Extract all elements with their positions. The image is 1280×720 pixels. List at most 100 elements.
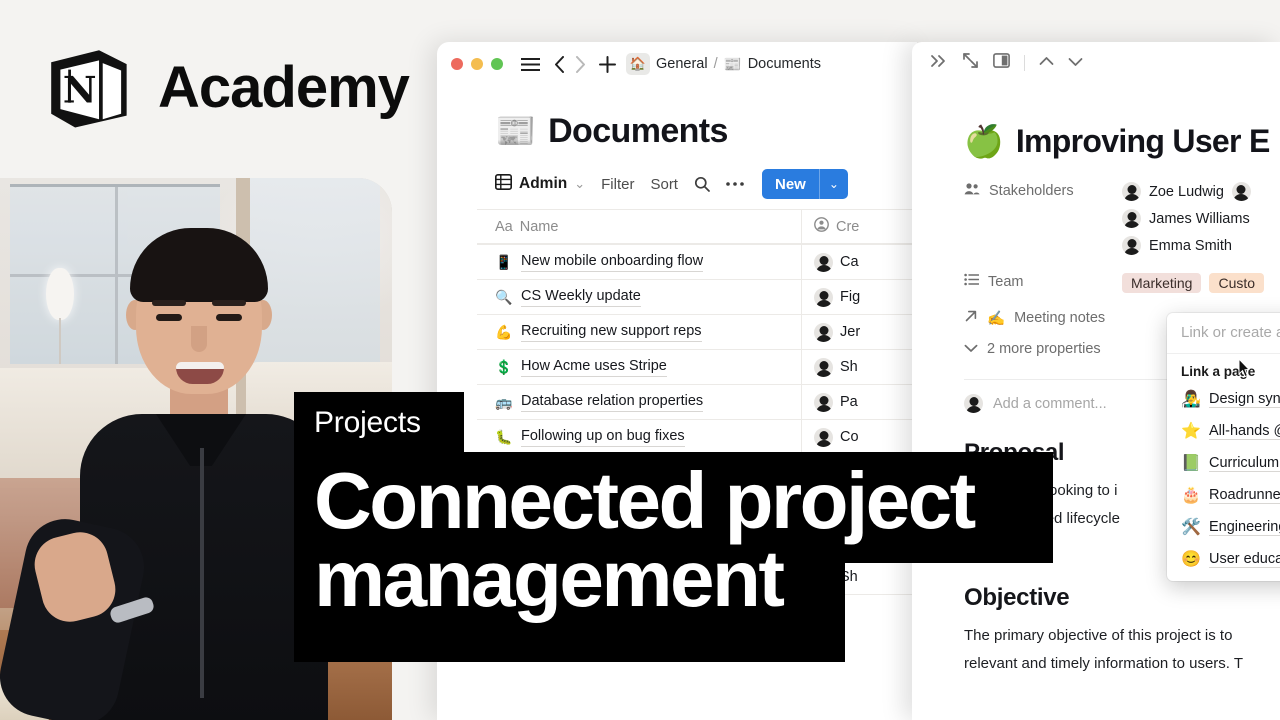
more-properties-label: 2 more properties bbox=[987, 341, 1101, 357]
new-button-chevron-icon[interactable]: ⌄ bbox=[819, 169, 848, 199]
link-popup-item[interactable]: 😊User education bbox=[1167, 543, 1280, 581]
column-header-created-by[interactable]: Cre bbox=[802, 217, 917, 236]
table-row[interactable]: 🚌 Database relation properties Pa bbox=[477, 384, 917, 419]
avatar bbox=[814, 428, 833, 447]
link-search-input[interactable]: Link or create a page bbox=[1167, 313, 1280, 354]
chevron-right-icon[interactable] bbox=[575, 56, 586, 73]
item-label: All-hands @Jan bbox=[1209, 423, 1280, 440]
svg-text:N: N bbox=[63, 68, 97, 112]
breadcrumb-page[interactable]: Documents bbox=[748, 56, 821, 72]
column-label-name: Name bbox=[520, 219, 559, 235]
new-button[interactable]: New ⌄ bbox=[762, 169, 848, 199]
row-created-by: Sh bbox=[840, 359, 858, 375]
window-mullion bbox=[10, 184, 220, 187]
row-emoji-icon: 🚌 bbox=[495, 394, 512, 411]
row-name[interactable]: How Acme uses Stripe bbox=[521, 357, 667, 376]
objective-paragraph-line2: relevant and timely information to users… bbox=[912, 648, 1280, 676]
row-name[interactable]: CS Weekly update bbox=[521, 287, 641, 306]
table-row[interactable]: 🐛Following up on bug fixes Co bbox=[477, 419, 917, 454]
person-icon bbox=[814, 217, 829, 236]
property-label-text: Meeting notes bbox=[1014, 310, 1105, 326]
row-emoji-icon: 💲 bbox=[495, 359, 512, 376]
page-title: 📰 Documents bbox=[437, 86, 917, 151]
property-label-text: Stakeholders bbox=[989, 183, 1074, 199]
add-comment-placeholder: Add a comment... bbox=[993, 396, 1107, 412]
property-label-stakeholders[interactable]: Stakeholders bbox=[964, 182, 1112, 199]
overlay-title: Connected project management bbox=[314, 462, 974, 619]
zoom-button[interactable] bbox=[491, 58, 503, 70]
expand-diagonal-icon[interactable] bbox=[962, 52, 979, 74]
chevron-down-icon: ⌄ bbox=[574, 176, 585, 192]
row-name[interactable]: New mobile onboarding flow bbox=[521, 252, 703, 271]
property-value-team[interactable]: Marketing Custo bbox=[1122, 273, 1264, 293]
presenter-hair bbox=[130, 228, 268, 302]
double-chevron-right-icon[interactable] bbox=[930, 54, 948, 73]
home-icon[interactable]: 🏠 bbox=[626, 53, 650, 75]
plus-icon[interactable] bbox=[599, 56, 616, 73]
person-chip: Emma Smith bbox=[1122, 236, 1251, 255]
table-row[interactable]: 🔍 CS Weekly update Fig bbox=[477, 279, 917, 314]
filter-button[interactable]: Filter bbox=[601, 176, 634, 193]
page-emoji-icon[interactable]: 🍏 bbox=[964, 122, 1004, 160]
breadcrumb-parent[interactable]: General bbox=[656, 56, 708, 72]
chevron-up-icon[interactable] bbox=[1039, 54, 1054, 72]
side-peek-icon[interactable] bbox=[993, 53, 1010, 73]
link-popup-item[interactable]: 🛠️ Engineering we bbox=[1167, 511, 1280, 543]
chevron-left-icon[interactable] bbox=[554, 56, 565, 73]
mouse-cursor-icon bbox=[1238, 358, 1250, 378]
property-label-team[interactable]: Team bbox=[964, 273, 1112, 290]
close-button[interactable] bbox=[451, 58, 463, 70]
link-popup-item[interactable]: 👨‍🎤Design sync @ bbox=[1167, 383, 1280, 415]
table-row[interactable]: 📱New mobile onboarding flow Ca bbox=[477, 244, 917, 279]
avatar bbox=[1122, 182, 1141, 201]
brand-lockup: N Academy bbox=[42, 42, 409, 134]
tag-chip[interactable]: Custo bbox=[1209, 273, 1264, 293]
overlay-title-line2: management bbox=[314, 540, 974, 618]
item-emoji-icon: 📗 bbox=[1181, 453, 1199, 473]
table-row[interactable]: 💲 How Acme uses Stripe Sh bbox=[477, 349, 917, 384]
row-created-by: Ca bbox=[840, 254, 859, 270]
property-label-meeting-notes[interactable]: ✍️ Meeting notes bbox=[964, 309, 1112, 327]
row-created-by: Fig bbox=[840, 289, 860, 305]
row-emoji-icon: 🔍 bbox=[495, 289, 512, 306]
tag-chip[interactable]: Marketing bbox=[1122, 273, 1201, 293]
avatar bbox=[814, 323, 833, 342]
person-name: James Williams bbox=[1149, 211, 1250, 227]
avatar bbox=[814, 288, 833, 307]
item-label: Engineering we bbox=[1209, 519, 1280, 536]
avatar bbox=[1232, 182, 1251, 201]
sort-button[interactable]: Sort bbox=[650, 176, 678, 193]
person-name: Emma Smith bbox=[1149, 238, 1232, 254]
row-emoji-icon: 🐛 bbox=[495, 429, 512, 446]
link-popup-item[interactable]: 🎂Roadrunner dis bbox=[1167, 479, 1280, 511]
item-emoji-icon: 🎂 bbox=[1181, 485, 1199, 505]
link-popup-item[interactable]: 📗Curriculum disc bbox=[1167, 447, 1280, 479]
person-chip: Zoe Ludwig bbox=[1122, 182, 1251, 201]
row-name[interactable]: Recruiting new support reps bbox=[521, 322, 702, 341]
link-popup-section-label: Link a page bbox=[1167, 354, 1280, 383]
property-label-text: Team bbox=[988, 274, 1023, 290]
view-selector[interactable]: Admin ⌄ bbox=[495, 174, 585, 195]
table-row[interactable]: 💪Recruiting new support reps Jer bbox=[477, 314, 917, 349]
link-popup-item[interactable]: ⭐All-hands @Jan bbox=[1167, 415, 1280, 447]
ellipsis-icon[interactable] bbox=[726, 181, 744, 187]
chevron-down-icon[interactable] bbox=[1068, 54, 1083, 72]
presenter-eye-left bbox=[156, 314, 182, 321]
search-icon[interactable] bbox=[694, 176, 710, 192]
property-stakeholders: Stakeholders Zoe Ludwig James Williams E… bbox=[964, 182, 1280, 255]
avatar bbox=[814, 393, 833, 412]
new-button-label: New bbox=[762, 169, 819, 199]
row-name[interactable]: Database relation properties bbox=[521, 392, 703, 411]
page-emoji-icon[interactable]: 📰 bbox=[495, 112, 536, 151]
hamburger-menu-icon[interactable] bbox=[521, 57, 540, 72]
row-created-by: Pa bbox=[840, 394, 858, 410]
breadcrumb-page-emoji: 📰 bbox=[724, 56, 742, 73]
property-value-stakeholders[interactable]: Zoe Ludwig James Williams Emma Smith bbox=[1122, 182, 1251, 255]
avatar bbox=[814, 253, 833, 272]
row-name[interactable]: Following up on bug fixes bbox=[521, 427, 685, 446]
breadcrumb: 🏠 General / 📰 Documents bbox=[626, 53, 821, 75]
minimize-button[interactable] bbox=[471, 58, 483, 70]
item-emoji-icon: 👨‍🎤 bbox=[1181, 389, 1199, 409]
column-header-name[interactable]: AaName bbox=[477, 210, 802, 243]
item-emoji-icon: 🛠️ bbox=[1181, 517, 1199, 537]
